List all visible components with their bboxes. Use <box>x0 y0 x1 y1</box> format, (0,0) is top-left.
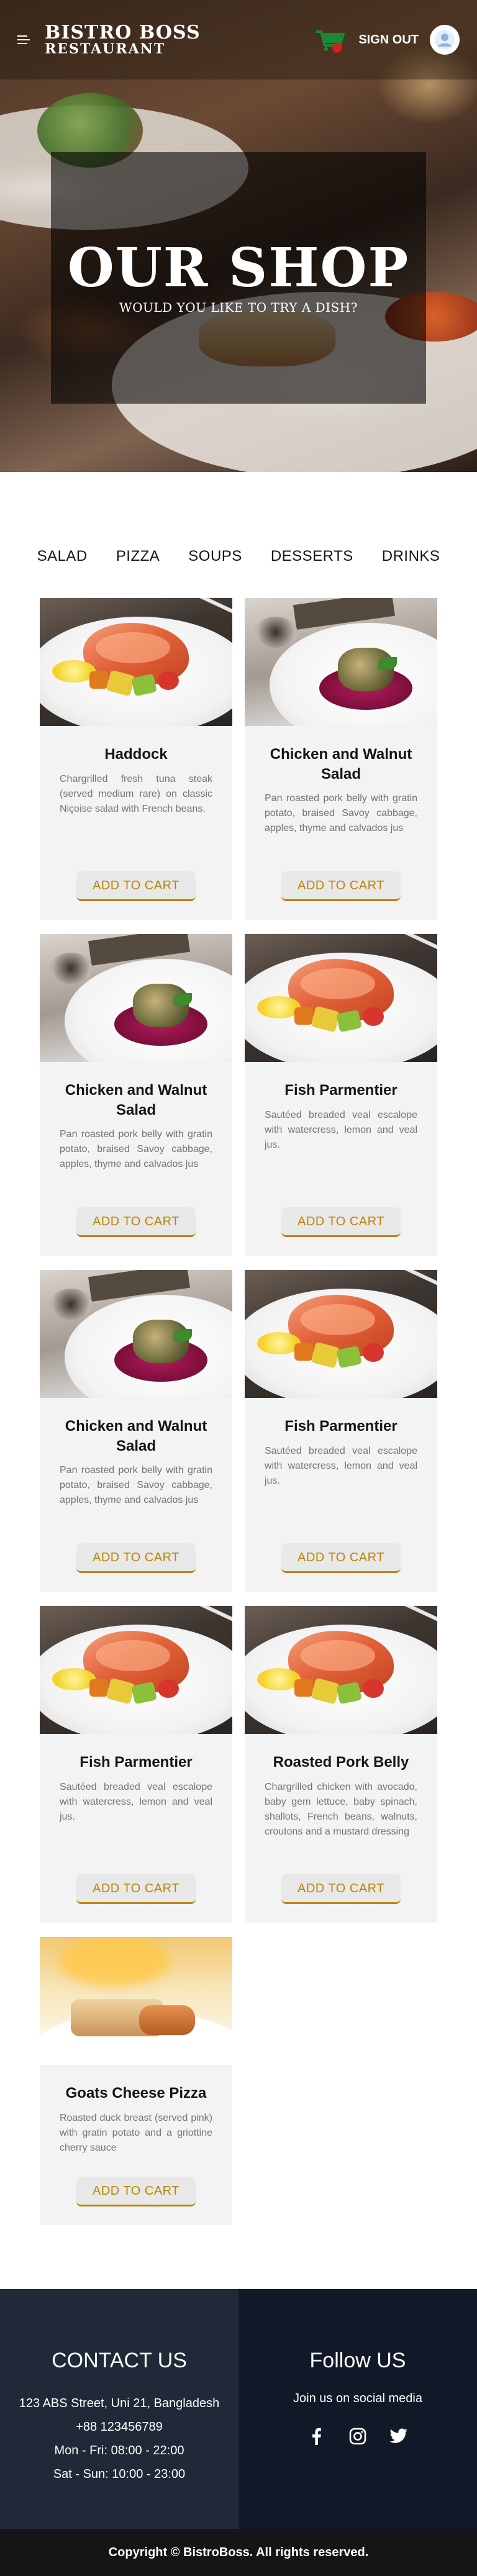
facebook-icon[interactable] <box>307 2427 326 2446</box>
nav-left: BISTRO BOSS RESTAURANT <box>17 23 201 57</box>
product-name: Fish Parmentier <box>284 1418 398 1435</box>
product-image <box>40 1606 232 1734</box>
product-name: Chicken and Walnut Salad <box>65 1418 207 1454</box>
tab-pizza[interactable]: PIZZA <box>102 548 175 565</box>
footer-contact: CONTACT US 123 ABS Street, Uni 21, Bangl… <box>0 2289 238 2529</box>
add-to-cart-button[interactable]: ADD TO CART <box>76 1207 196 1237</box>
product-description: Chargrilled fresh tuna steak (served med… <box>60 773 212 814</box>
product-card: Fish Parmentier Sautéed breaded veal esc… <box>40 1606 232 1923</box>
logo[interactable]: BISTRO BOSS RESTAURANT <box>45 23 201 57</box>
footer: CONTACT US 123 ABS Street, Uni 21, Bangl… <box>0 2289 477 2529</box>
product-description: Pan roasted pork belly with gratin potat… <box>265 793 417 834</box>
category-tabs: SALAD PIZZA SOUPS DESSERTS DRINKS <box>0 548 477 565</box>
add-to-cart-button[interactable]: ADD TO CART <box>281 1874 401 1904</box>
hero-overlay: OUR SHOP WOULD YOU LIKE TO TRY A DISH? <box>51 152 426 404</box>
product-description: Sautéed breaded veal escalope with water… <box>60 1781 212 1822</box>
copyright: Copyright © BistroBoss. All rights reser… <box>0 2529 477 2576</box>
product-description: Chargrilled chicken with avocado, baby g… <box>265 1781 417 1837</box>
hamburger-menu-icon[interactable] <box>17 32 34 48</box>
product-card: Fish Parmentier Sautéed breaded veal esc… <box>245 1270 437 1592</box>
product-card: Haddock Chargrilled fresh tuna steak (se… <box>40 598 232 920</box>
product-image <box>245 1270 437 1398</box>
instagram-icon[interactable] <box>348 2427 367 2446</box>
tab-salad[interactable]: SALAD <box>23 548 102 565</box>
add-to-cart-button[interactable]: ADD TO CART <box>76 1874 196 1904</box>
hours-weekend: Sat - Sun: 10:00 - 23:00 <box>53 2467 186 2481</box>
product-image <box>40 1270 232 1398</box>
contact-phone: +88 123456789 <box>76 2420 163 2434</box>
hours-weekday: Mon - Fri: 08:00 - 22:00 <box>54 2444 184 2457</box>
nav-right: SIGN OUT <box>312 24 460 55</box>
product-image <box>40 1937 232 2065</box>
product-name: Chicken and Walnut Salad <box>65 1082 207 1118</box>
sign-out-button[interactable]: SIGN OUT <box>358 33 419 47</box>
product-description: Roasted duck breast (served pink) with g… <box>60 2112 212 2153</box>
product-card: Goats Cheese Pizza Roasted duck breast (… <box>40 1937 232 2225</box>
product-image <box>40 598 232 726</box>
cart-icon[interactable] <box>312 24 347 55</box>
hero-subtitle: WOULD YOU LIKE TO TRY A DISH? <box>119 299 358 315</box>
product-name: Fish Parmentier <box>284 1082 398 1099</box>
hero-title: OUR SHOP <box>67 236 410 299</box>
product-description: Pan roasted pork belly with gratin potat… <box>60 1465 212 1506</box>
add-to-cart-button[interactable]: ADD TO CART <box>281 1543 401 1573</box>
product-description: Sautéed breaded veal escalope with water… <box>265 1109 417 1150</box>
logo-line-1: BISTRO BOSS <box>45 21 201 43</box>
product-card: Chicken and Walnut Salad Pan roasted por… <box>40 934 232 1256</box>
product-image <box>245 934 437 1062</box>
follow-text: Join us on social media <box>293 2392 422 2405</box>
tab-soups[interactable]: SOUPS <box>174 548 257 565</box>
tab-drinks[interactable]: DRINKS <box>368 548 455 565</box>
product-card: Roasted Pork Belly Chargrilled chicken w… <box>245 1606 437 1923</box>
product-card: Fish Parmentier Sautéed breaded veal esc… <box>245 934 437 1256</box>
add-to-cart-button[interactable]: ADD TO CART <box>281 1207 401 1237</box>
product-image <box>245 598 437 726</box>
logo-line-2: RESTAURANT <box>45 41 166 58</box>
product-name: Roasted Pork Belly <box>273 1754 409 1771</box>
product-card: Chicken and Walnut Salad Pan roasted por… <box>245 598 437 920</box>
product-name: Chicken and Walnut Salad <box>270 746 412 782</box>
add-to-cart-button[interactable]: ADD TO CART <box>76 2177 196 2206</box>
contact-title: CONTACT US <box>52 2349 187 2372</box>
product-description: Pan roasted pork belly with gratin potat… <box>60 1129 212 1170</box>
user-avatar-icon[interactable] <box>430 25 460 55</box>
product-name: Fish Parmentier <box>80 1754 193 1771</box>
add-to-cart-button[interactable]: ADD TO CART <box>76 871 196 901</box>
tab-desserts[interactable]: DESSERTS <box>257 548 368 565</box>
social-links <box>238 2427 477 2446</box>
product-card: Chicken and Walnut Salad Pan roasted por… <box>40 1270 232 1592</box>
twitter-icon[interactable] <box>389 2427 408 2446</box>
follow-title: Follow US <box>309 2349 406 2372</box>
contact-address: 123 ABS Street, Uni 21, Bangladesh <box>19 2397 220 2410</box>
product-image <box>245 1606 437 1734</box>
product-name: Haddock <box>104 746 168 763</box>
product-description: Sautéed breaded veal escalope with water… <box>265 1445 417 1486</box>
add-to-cart-button[interactable]: ADD TO CART <box>76 1543 196 1573</box>
add-to-cart-button[interactable]: ADD TO CART <box>281 871 401 901</box>
product-name: Goats Cheese Pizza <box>65 2085 207 2102</box>
navbar: BISTRO BOSS RESTAURANT SIGN OUT <box>0 0 477 79</box>
product-grid: Haddock Chargrilled fresh tuna steak (se… <box>40 598 437 2225</box>
footer-social: Follow US Join us on social media <box>238 2289 477 2529</box>
product-image <box>40 934 232 1062</box>
